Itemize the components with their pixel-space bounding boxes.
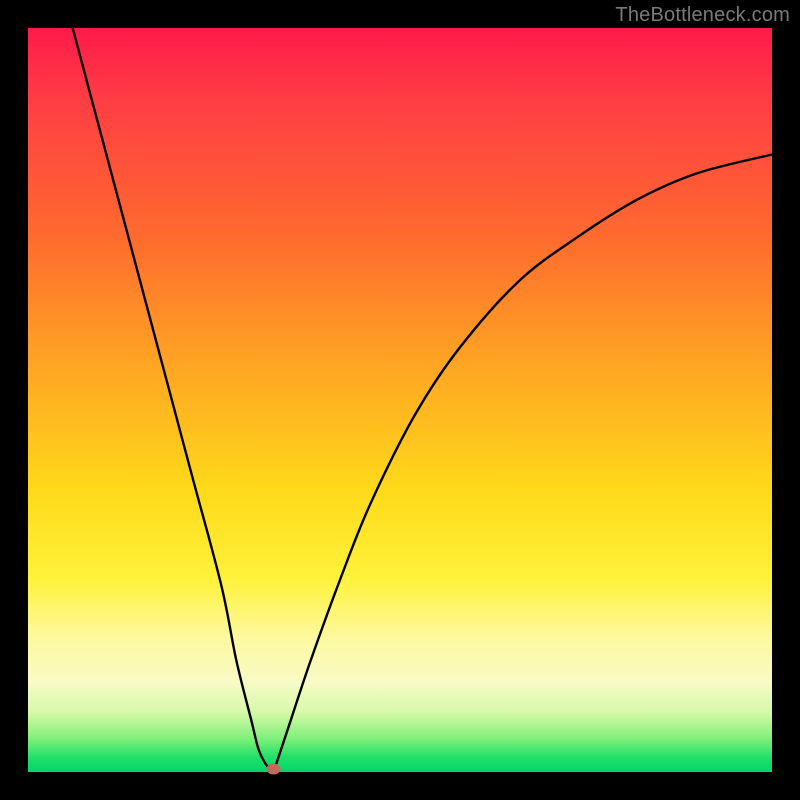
plot-area [28, 28, 772, 772]
minimum-marker [267, 764, 281, 775]
watermark-text: TheBottleneck.com [615, 4, 790, 27]
curve-layer [28, 28, 772, 772]
bottleneck-curve [73, 28, 772, 776]
